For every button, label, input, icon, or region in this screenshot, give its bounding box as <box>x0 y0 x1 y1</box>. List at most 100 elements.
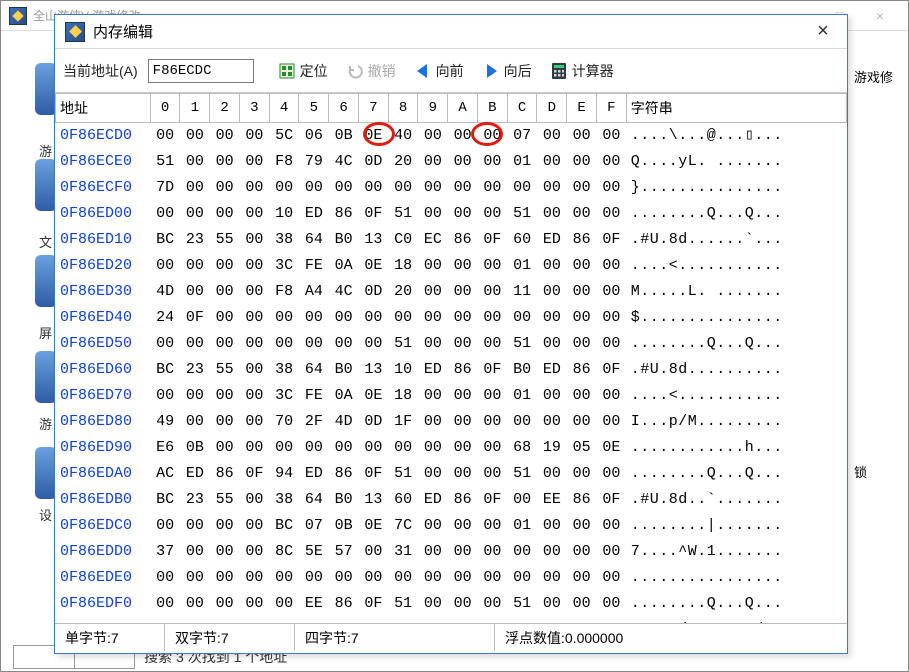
cell-byte[interactable]: 13 <box>358 617 388 623</box>
cell-byte[interactable]: ED <box>299 461 329 487</box>
cell-byte[interactable]: A4 <box>299 279 329 305</box>
cell-byte[interactable]: 00 <box>448 175 478 201</box>
cell-byte[interactable]: 00 <box>477 539 507 565</box>
cell-byte[interactable]: 00 <box>477 305 507 331</box>
cell-byte[interactable]: 00 <box>477 591 507 617</box>
cell-byte[interactable]: 00 <box>388 435 418 461</box>
cell-byte[interactable]: 00 <box>329 435 359 461</box>
cell-byte[interactable]: 13 <box>358 227 388 253</box>
cell-byte[interactable]: 19 <box>537 435 567 461</box>
cell-byte[interactable]: 49 <box>150 409 180 435</box>
cell-byte[interactable]: FE <box>299 253 329 279</box>
cell-byte[interactable]: 00 <box>239 253 269 279</box>
cell-byte[interactable]: 00 <box>180 591 210 617</box>
cell-byte[interactable]: 00 <box>567 331 597 357</box>
cell-byte[interactable]: 86 <box>448 227 478 253</box>
cell-addr[interactable]: 0F86EDD0 <box>56 539 151 565</box>
cell-byte[interactable]: 10 <box>269 201 299 227</box>
cell-byte[interactable]: 4C <box>329 279 359 305</box>
cell-byte[interactable]: BC <box>269 513 299 539</box>
cell-string[interactable]: ....<........... <box>626 253 846 279</box>
cell-byte[interactable]: 00 <box>448 383 478 409</box>
cell-byte[interactable]: 10 <box>388 357 418 383</box>
cell-byte[interactable]: 00 <box>537 175 567 201</box>
cell-byte[interactable]: 00 <box>596 513 626 539</box>
cell-byte[interactable]: 00 <box>537 591 567 617</box>
cell-byte[interactable]: 00 <box>477 331 507 357</box>
cell-string[interactable]: Q....yL. ....... <box>626 149 846 175</box>
cell-byte[interactable]: 00 <box>537 409 567 435</box>
cell-byte[interactable]: B0 <box>329 617 359 623</box>
cell-byte[interactable]: 00 <box>596 123 626 150</box>
cell-byte[interactable]: 00 <box>180 409 210 435</box>
cell-byte[interactable]: B0 <box>507 357 537 383</box>
cell-byte[interactable]: 00 <box>239 383 269 409</box>
cell-byte[interactable]: BC <box>150 227 180 253</box>
cell-byte[interactable]: 00 <box>358 175 388 201</box>
cell-byte[interactable]: 00 <box>239 487 269 513</box>
cell-byte[interactable]: 0F <box>477 617 507 623</box>
cell-byte[interactable]: 00 <box>567 565 597 591</box>
cell-byte[interactable]: 0F <box>358 591 388 617</box>
cell-byte[interactable]: 86 <box>329 461 359 487</box>
cell-byte[interactable]: 0F <box>358 201 388 227</box>
cell-byte[interactable]: 00 <box>418 279 448 305</box>
cell-byte[interactable]: 31 <box>388 539 418 565</box>
cell-byte[interactable]: 00 <box>448 565 478 591</box>
cell-byte[interactable]: 0E <box>596 435 626 461</box>
cell-addr[interactable]: 0F86ED50 <box>56 331 151 357</box>
header-string[interactable]: 字符串 <box>626 94 846 123</box>
cell-byte[interactable]: 0F <box>477 487 507 513</box>
cell-byte[interactable]: 00 <box>448 331 478 357</box>
cell-byte[interactable]: 00 <box>448 123 478 150</box>
back-button[interactable]: 向前 <box>408 59 470 83</box>
calculator-button[interactable]: 计算器 <box>544 59 620 83</box>
cell-byte[interactable]: 00 <box>210 383 240 409</box>
cell-byte[interactable]: 00 <box>477 123 507 150</box>
cell-byte[interactable]: 86 <box>329 201 359 227</box>
cell-byte[interactable]: 00 <box>239 591 269 617</box>
cell-byte[interactable]: 00 <box>239 227 269 253</box>
cell-addr[interactable]: 0F86ED00 <box>56 201 151 227</box>
hex-row[interactable]: 0F86ED60BC2355003864B01310ED860FB0ED860F… <box>56 357 847 383</box>
cell-byte[interactable]: 00 <box>388 305 418 331</box>
header-byte-D[interactable]: D <box>537 94 567 123</box>
cell-byte[interactable]: 00 <box>567 383 597 409</box>
cell-byte[interactable]: 01 <box>507 513 537 539</box>
cell-byte[interactable]: 00 <box>210 305 240 331</box>
cell-byte[interactable]: F8 <box>269 279 299 305</box>
cell-addr[interactable]: 0F86EDC0 <box>56 513 151 539</box>
cell-byte[interactable]: 00 <box>418 253 448 279</box>
cell-byte[interactable]: 00 <box>210 175 240 201</box>
cell-byte[interactable]: 4C <box>329 149 359 175</box>
cell-addr[interactable]: 0F86EDB0 <box>56 487 151 513</box>
cell-string[interactable]: 7....^W.1....... <box>626 539 846 565</box>
cell-byte[interactable]: 00 <box>596 409 626 435</box>
cell-byte[interactable]: 00 <box>180 383 210 409</box>
header-byte-1[interactable]: 1 <box>180 94 210 123</box>
hex-row[interactable]: 0F86ED000000000010ED860F5100000051000000… <box>56 201 847 227</box>
cell-byte[interactable]: 00 <box>180 331 210 357</box>
cell-byte[interactable]: BC <box>150 357 180 383</box>
hex-row[interactable]: 0F86ED10BC2355003864B013C0EC860F60ED860F… <box>56 227 847 253</box>
cell-byte[interactable]: 00 <box>269 565 299 591</box>
cell-byte[interactable]: 00 <box>418 409 448 435</box>
cell-byte[interactable]: 00 <box>239 513 269 539</box>
cell-byte[interactable]: 00 <box>210 253 240 279</box>
cell-addr[interactable]: 0F86ED20 <box>56 253 151 279</box>
cell-byte[interactable]: 00 <box>418 461 448 487</box>
cell-byte[interactable]: 00 <box>507 565 537 591</box>
cell-byte[interactable]: 00 <box>150 253 180 279</box>
cell-byte[interactable]: 00 <box>418 565 448 591</box>
cell-string[interactable]: .#U.8d.......... <box>626 357 846 383</box>
cell-byte[interactable]: 86 <box>567 357 597 383</box>
cell-byte[interactable]: 00 <box>150 513 180 539</box>
cell-byte[interactable]: 00 <box>210 201 240 227</box>
cell-byte[interactable]: 00 <box>210 149 240 175</box>
cell-string[interactable]: }............... <box>626 175 846 201</box>
cell-byte[interactable]: 24 <box>150 305 180 331</box>
cell-byte[interactable]: 00 <box>477 409 507 435</box>
cell-byte[interactable]: 00 <box>210 435 240 461</box>
cell-byte[interactable]: 00 <box>210 513 240 539</box>
cell-byte[interactable]: 0F <box>596 487 626 513</box>
